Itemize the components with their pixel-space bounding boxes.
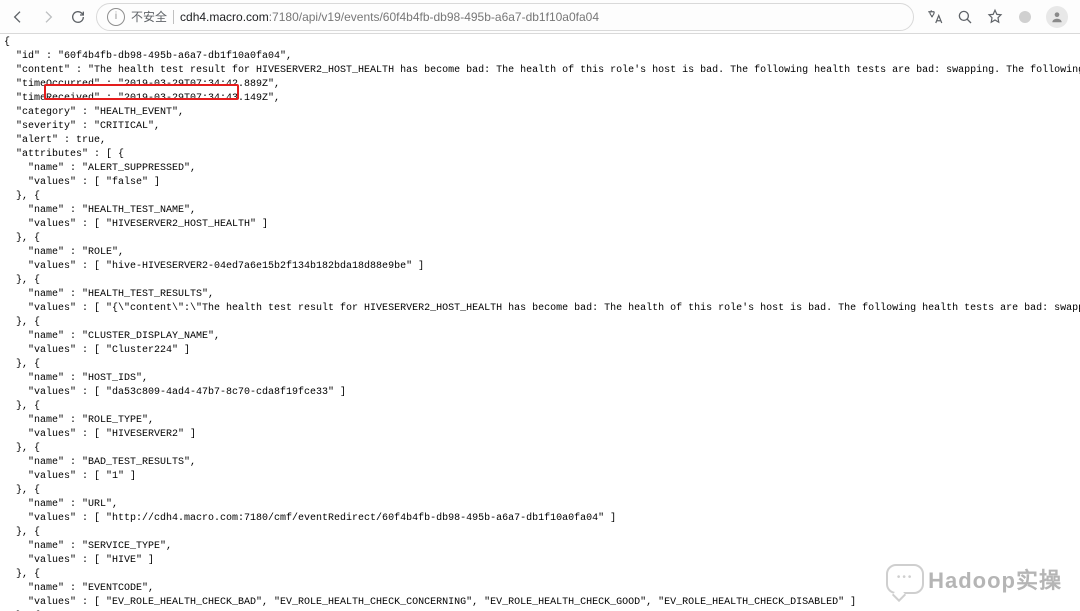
not-secure-label: 不安全: [131, 8, 167, 25]
reload-button[interactable]: [66, 5, 90, 29]
profile-avatar-icon[interactable]: [1046, 6, 1068, 28]
toolbar-right: [920, 6, 1074, 28]
zoom-icon[interactable]: [956, 8, 974, 26]
back-button[interactable]: [6, 5, 30, 29]
bookmark-star-icon[interactable]: [986, 8, 1004, 26]
json-response-body[interactable]: { "id" : "60f4b4fb-db98-495b-a6a7-db1f10…: [0, 34, 1080, 611]
url-text: cdh4.macro.com:7180/api/v19/events/60f4b…: [180, 10, 903, 24]
divider: [173, 10, 174, 24]
site-info-icon[interactable]: i: [107, 8, 125, 26]
address-bar[interactable]: i 不安全 cdh4.macro.com:7180/api/v19/events…: [96, 3, 914, 31]
url-host: cdh4.macro.com: [180, 10, 269, 24]
url-path: :7180/api/v19/events/60f4b4fb-db98-495b-…: [269, 10, 599, 24]
translate-icon[interactable]: [926, 8, 944, 26]
response-viewport: { "id" : "60f4b4fb-db98-495b-a6a7-db1f10…: [0, 34, 1080, 611]
browser-toolbar: i 不安全 cdh4.macro.com:7180/api/v19/events…: [0, 0, 1080, 34]
forward-button[interactable]: [36, 5, 60, 29]
extension-icon[interactable]: [1016, 8, 1034, 26]
